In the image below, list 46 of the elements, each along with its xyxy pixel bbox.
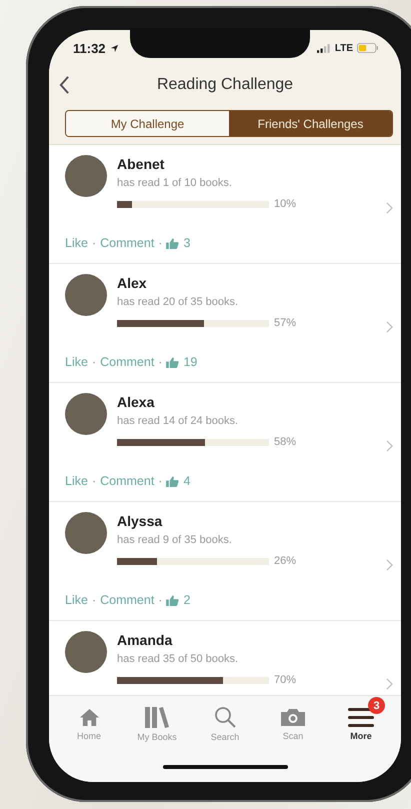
comment-link[interactable]: Comment — [100, 236, 154, 250]
separator: · — [92, 474, 96, 488]
network-label: LTE — [334, 42, 353, 54]
separator: · — [158, 355, 162, 369]
percent-label: 70% — [274, 674, 296, 686]
books-tab[interactable]: My Books — [123, 696, 191, 752]
like-count: 3 — [183, 236, 190, 250]
search-tab[interactable]: Search — [191, 696, 259, 752]
percent-label: 10% — [274, 198, 296, 210]
segment-tab[interactable]: Friends' Challenges — [229, 111, 392, 136]
comment-link[interactable]: Comment — [100, 474, 154, 488]
progress-text: has read 1 of 10 books. — [117, 177, 233, 189]
notification-badge: 3 — [368, 697, 385, 714]
like-link[interactable]: Like — [65, 236, 88, 250]
percent-label: 57% — [274, 317, 296, 329]
camera-tab[interactable]: Scan — [259, 696, 327, 752]
progress-text: has read 9 of 35 books. — [117, 534, 233, 546]
percent-label: 58% — [274, 436, 296, 448]
like-count: 4 — [183, 474, 190, 488]
progress-text: has read 14 of 24 books. — [117, 415, 240, 427]
friend-name: Amanda — [117, 631, 174, 649]
separator: · — [92, 355, 96, 369]
separator: · — [92, 593, 96, 607]
separator: · — [92, 236, 96, 250]
percent-label: 26% — [274, 555, 296, 567]
like-count: 19 — [183, 355, 198, 369]
status-time: 11:32 — [73, 40, 106, 56]
friend-name: Alex — [117, 274, 148, 292]
like-link[interactable]: Like — [65, 355, 88, 369]
progress-text: has read 20 of 35 books. — [117, 296, 240, 308]
friend-name: Abenet — [117, 155, 166, 173]
like-link[interactable]: Like — [65, 593, 88, 607]
comment-link[interactable]: Comment — [100, 593, 154, 607]
screen-title: Reading Challenge — [156, 76, 294, 94]
segment-tab[interactable]: My Challenge — [66, 111, 229, 136]
separator: · — [158, 593, 162, 607]
menu-tab[interactable]: More 3 — [327, 696, 395, 752]
separator: · — [158, 474, 162, 488]
comment-link[interactable]: Comment — [100, 355, 154, 369]
friend-name: Alexa — [117, 393, 156, 411]
like-link[interactable]: Like — [65, 474, 88, 488]
home-tab[interactable]: Home — [55, 696, 123, 752]
progress-text: has read 35 of 50 books. — [117, 653, 240, 665]
separator: · — [158, 236, 162, 250]
like-count: 2 — [183, 593, 190, 607]
friend-name: Alyssa — [117, 512, 164, 530]
